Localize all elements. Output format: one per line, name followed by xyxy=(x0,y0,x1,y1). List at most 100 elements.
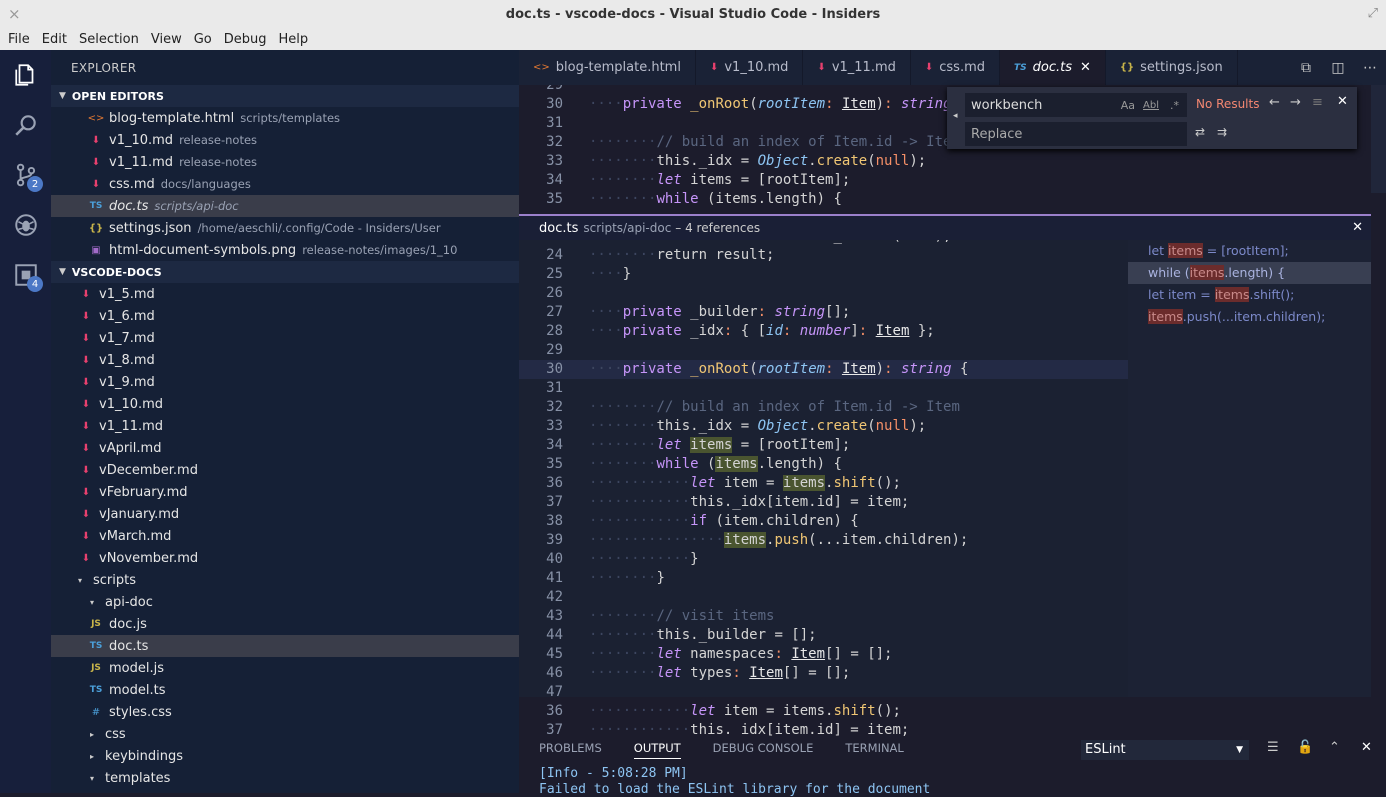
output-channel-select[interactable]: ESLint ▼ xyxy=(1081,740,1249,760)
open-editor-item[interactable]: ⬇ v1_11.md release-notes xyxy=(51,151,519,173)
close-window-icon[interactable]: × xyxy=(8,5,21,23)
tree-item[interactable]: JS doc.js xyxy=(51,613,519,635)
maximize-icon[interactable]: ⤢ xyxy=(1368,6,1378,21)
tree-item[interactable]: ▾ templates xyxy=(51,767,519,789)
find-input[interactable]: workbench Aa Abl .* xyxy=(965,93,1187,117)
extensions-icon[interactable]: 4 xyxy=(0,250,51,300)
previous-match-icon[interactable]: ← xyxy=(1269,95,1280,110)
match-word-icon[interactable]: Abl xyxy=(1143,100,1159,111)
tree-item[interactable]: ⬇ vApril.md xyxy=(51,437,519,459)
file-name: styles.css xyxy=(109,704,172,720)
reference-item[interactable]: let items = [rootItem]; xyxy=(1128,240,1371,262)
debug-icon[interactable] xyxy=(0,200,51,250)
menu-debug[interactable]: Debug xyxy=(220,32,271,47)
reference-item[interactable]: let item = items.shift(); xyxy=(1128,284,1371,306)
open-editor-item[interactable]: {} settings.json/home/aeschli/.config/Cod… xyxy=(51,217,519,239)
tree-item[interactable]: ⬇ vDecember.md xyxy=(51,459,519,481)
open-changes-icon[interactable]: ⧉ xyxy=(1290,60,1322,76)
tab-file-icon: <> xyxy=(533,62,550,73)
clear-output-icon[interactable]: ☰ xyxy=(1267,740,1279,755)
close-peek-icon[interactable]: ✕ xyxy=(1352,220,1363,235)
line-number: 29 xyxy=(546,85,563,93)
menu-help[interactable]: Help xyxy=(275,32,313,47)
tree-item[interactable]: ⬇ v1_5.md xyxy=(51,283,519,305)
tree-item[interactable]: TS model.ts xyxy=(51,679,519,701)
match-case-icon[interactable]: Aa xyxy=(1121,99,1135,112)
editor-tab[interactable]: <> blog-template.html xyxy=(519,50,696,85)
tab-close-icon[interactable]: ✕ xyxy=(1080,60,1091,75)
tree-item[interactable]: ⬇ v1_8.md xyxy=(51,349,519,371)
file-icon: ⬇ xyxy=(81,288,91,300)
menu-edit[interactable]: Edit xyxy=(38,32,71,47)
tree-item[interactable]: ⬇ vNovember.md xyxy=(51,547,519,569)
open-editors-header[interactable]: ▼ OPEN EDITORS xyxy=(51,85,519,107)
line-number: 46 xyxy=(546,665,563,681)
find-in-selection-icon[interactable]: ≡ xyxy=(1312,95,1323,110)
file-name: doc.js xyxy=(109,616,147,632)
open-editor-item[interactable]: ⬇ v1_10.md release-notes xyxy=(51,129,519,151)
regex-icon[interactable]: .* xyxy=(1170,99,1179,112)
reference-item[interactable]: items.push(...item.children); xyxy=(1128,306,1371,328)
workspace-header[interactable]: ▼ VSCODE-DOCS xyxy=(51,261,519,283)
toggle-replace-icon[interactable]: ◂ xyxy=(953,111,958,121)
menu-selection[interactable]: Selection xyxy=(75,32,143,47)
explorer-icon[interactable] xyxy=(0,50,51,100)
close-find-icon[interactable]: ✕ xyxy=(1337,94,1348,109)
close-panel-icon[interactable]: ✕ xyxy=(1361,740,1372,755)
tree-item[interactable]: ⬇ v1_7.md xyxy=(51,327,519,349)
tree-item[interactable]: ▸ keybindings xyxy=(51,745,519,767)
title-bar: × doc.ts - vscode-docs - Visual Studio C… xyxy=(0,0,1386,28)
editor-tab[interactable]: ⬇ v1_10.md xyxy=(696,50,804,85)
tab-file-icon: TS xyxy=(1014,62,1027,73)
maximize-panel-icon[interactable]: ⌃ xyxy=(1329,740,1340,755)
code-line: 29 xyxy=(519,341,1128,360)
open-editor-item[interactable]: ▣ html-document-symbols.png release-notes/… xyxy=(51,239,519,261)
tree-item[interactable]: JS model.js xyxy=(51,657,519,679)
panel-tab[interactable]: OUTPUT xyxy=(633,741,681,759)
tree-item[interactable]: ⬇ vFebruary.md xyxy=(51,481,519,503)
minimap-slider[interactable] xyxy=(1371,85,1386,193)
peek-code-editor[interactable]: 23········let result = builder._onRoot(i… xyxy=(519,240,1128,697)
editor-tab[interactable]: TS doc.ts ✕ xyxy=(1000,50,1106,85)
more-actions-icon[interactable]: ⋯ xyxy=(1354,60,1386,76)
panel-tab[interactable]: DEBUG CONSOLE xyxy=(713,741,814,758)
tree-item[interactable]: ▸ css xyxy=(51,723,519,745)
line-content: ········this._idx = Object.create(null); xyxy=(589,418,927,434)
panel-tab[interactable]: TERMINAL xyxy=(845,741,903,758)
tab-file-icon: {} xyxy=(1119,62,1135,73)
replace-one-icon[interactable]: ⇄ xyxy=(1195,125,1205,139)
menu-view[interactable]: View xyxy=(147,32,186,47)
bottom-panel: PROBLEMS OUTPUT DEBUG CONSOLE TERMINAL ESLi… xyxy=(519,736,1386,797)
open-editor-item[interactable]: <> blog-template.html scripts/templates xyxy=(51,107,519,129)
tree-item[interactable]: ⬇ v1_9.md xyxy=(51,371,519,393)
tree-item[interactable]: ⬇ v1_10.md xyxy=(51,393,519,415)
tree-item[interactable]: ⬇ v1_6.md xyxy=(51,305,519,327)
split-editor-icon[interactable]: ◫ xyxy=(1322,60,1354,76)
replace-input[interactable]: Replace xyxy=(965,122,1187,146)
tree-item[interactable]: TS doc.ts xyxy=(51,635,519,657)
tree-item[interactable]: # styles.css xyxy=(51,701,519,723)
source-control-icon[interactable]: 2 xyxy=(0,150,51,200)
lock-scroll-icon[interactable]: 🔓 xyxy=(1297,740,1313,755)
panel-tab[interactable]: PROBLEMS xyxy=(539,741,602,758)
menu-go[interactable]: Go xyxy=(190,32,216,47)
editor-tab[interactable]: ⬇ css.md xyxy=(911,50,1001,85)
open-editor-item[interactable]: ⬇ css.md docs/languages xyxy=(51,173,519,195)
search-icon[interactable] xyxy=(0,100,51,150)
line-content: ····private _idx: { [id: number]: Item }… xyxy=(589,323,935,339)
menu-file[interactable]: File xyxy=(4,32,34,47)
tree-item[interactable]: ▾ scripts xyxy=(51,569,519,591)
tree-item[interactable]: ⬇ vMarch.md xyxy=(51,525,519,547)
editor-tab[interactable]: ⬇ v1_11.md xyxy=(803,50,911,85)
replace-all-icon[interactable]: ⇉ xyxy=(1217,125,1227,139)
open-editor-item[interactable]: TS doc.ts scripts/api-doc xyxy=(51,195,519,217)
reference-item[interactable]: while (items.length) { xyxy=(1128,262,1371,284)
editor-tab[interactable]: {} settings.json xyxy=(1106,50,1238,85)
tree-item[interactable]: ⬇ v1_11.md xyxy=(51,415,519,437)
tree-item[interactable]: ▾ api-doc xyxy=(51,591,519,613)
next-match-icon[interactable]: → xyxy=(1290,95,1301,110)
tree-item[interactable]: ⬇ vJanuary.md xyxy=(51,503,519,525)
code-line: 28 ····private _idx: { [id: number]: Item… xyxy=(519,322,1128,341)
code-editor-bottom[interactable]: 36 ············let item = items.shift(); 3… xyxy=(519,697,1371,736)
code-line: 41 ········} xyxy=(519,569,1128,588)
